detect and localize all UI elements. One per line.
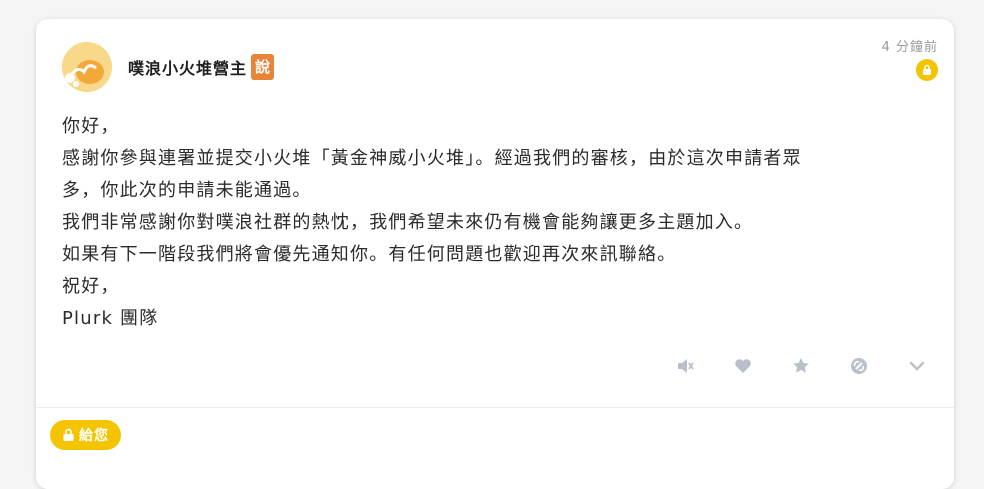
- username[interactable]: 噗浪小火堆營主: [128, 55, 247, 79]
- link-button[interactable]: [848, 355, 870, 377]
- action-bar: [674, 355, 928, 377]
- plurk-card: 噗浪小火堆營主 說 4 分鐘前 你好， 感謝你參與連署並提交小火堆「黃金神威小火…: [36, 19, 954, 489]
- post-header: 噗浪小火堆營主 說: [62, 41, 275, 93]
- chevron-down-icon: [909, 361, 925, 371]
- content-line: 祝好，: [62, 276, 120, 297]
- content-line: 我們非常感謝你對噗浪社群的熱忱，我們希望未來仍有機會能夠讓更多主題加入。: [62, 212, 754, 233]
- link-icon: [851, 358, 867, 374]
- content-line: 如果有下一階段我們將會優先通知你。有任何問題也歡迎再次來訊聯絡。: [62, 244, 677, 265]
- replurk-button[interactable]: [790, 355, 812, 377]
- heart-icon: [735, 359, 751, 373]
- like-button[interactable]: [732, 355, 754, 377]
- lock-icon: [916, 59, 938, 81]
- star-icon: [793, 358, 809, 373]
- qualifier-badge: 說: [251, 54, 275, 80]
- lock-icon: [63, 428, 74, 441]
- divider: [36, 407, 954, 408]
- mute-button[interactable]: [674, 355, 696, 377]
- content-line: 你好，: [62, 116, 120, 137]
- content-line: 感謝你參與連署並提交小火堆「黃金神威小火堆」。經過我們的審核，由於這次申請者眾: [62, 148, 802, 169]
- content-line: Plurk 團隊: [62, 308, 159, 329]
- avatar[interactable]: [62, 42, 112, 92]
- content-line: 多，你此次的申請未能通過。: [62, 180, 312, 201]
- private-label: 給您: [79, 428, 109, 444]
- mute-icon: [678, 359, 694, 373]
- post-time: 4 分鐘前: [881, 40, 938, 55]
- more-button[interactable]: [906, 355, 928, 377]
- private-badge[interactable]: 給您: [50, 420, 121, 450]
- post-content: 你好， 感謝你參與連署並提交小火堆「黃金神威小火堆」。經過我們的審核，由於這次申…: [62, 111, 922, 335]
